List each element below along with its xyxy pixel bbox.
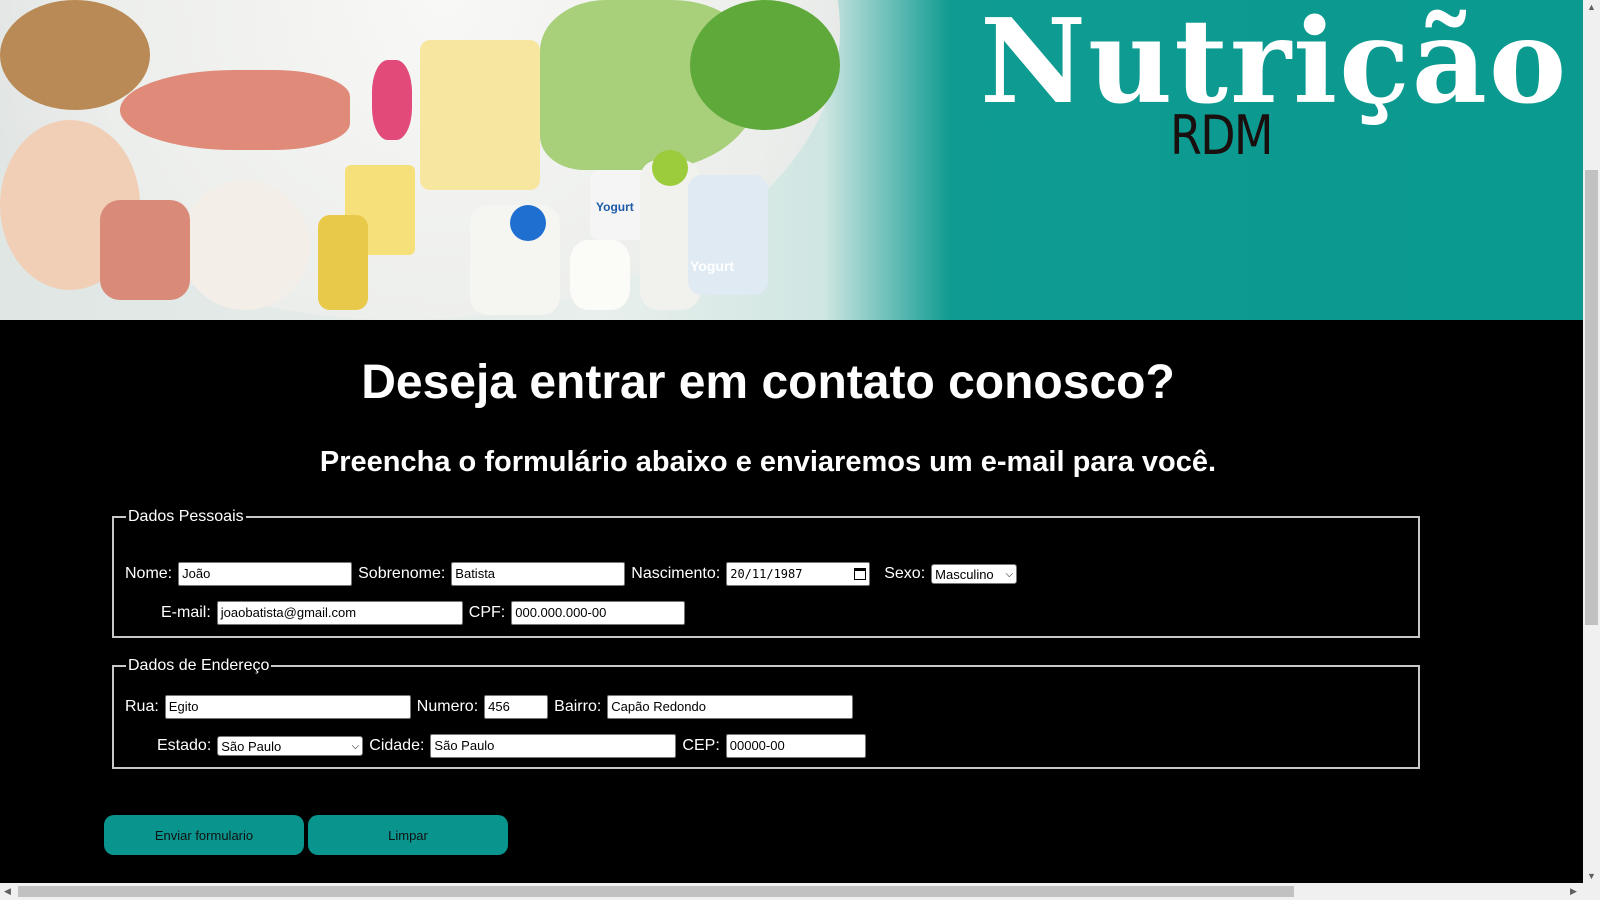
potatoes-image	[0, 0, 150, 110]
brand-subtitle: RDM	[1170, 104, 1273, 167]
candy-image	[372, 60, 412, 140]
cep-label: CEP:	[682, 737, 720, 754]
sobrenome-label: Sobrenome:	[358, 565, 446, 582]
estado-select-value: São Paulo	[221, 738, 282, 754]
sexo-label: Sexo:	[884, 565, 926, 582]
brand-title: Nutrição	[980, 0, 1569, 130]
yogurt-bottle-cap-image	[652, 150, 688, 186]
chevron-down-icon: ⌵	[1005, 568, 1014, 580]
yogurt-jar-image	[688, 175, 768, 295]
cidade-label: Cidade:	[369, 737, 425, 754]
sausages-image	[100, 200, 190, 300]
cidade-input[interactable]: São Paulo	[430, 734, 677, 758]
yogurt-label: Yogurt	[596, 200, 634, 214]
vertical-scrollbar[interactable]: ▲ ▼	[1583, 0, 1600, 883]
eggs-image	[180, 180, 310, 310]
lettuce-image	[690, 0, 840, 130]
rua-label: Rua:	[125, 698, 159, 715]
oil-bottle-image	[318, 215, 368, 310]
sobrenome-input[interactable]: Batista	[451, 562, 626, 586]
milk-glass-image	[570, 240, 630, 310]
arrow-up-icon[interactable]: ▲	[1587, 2, 1596, 12]
bairro-input[interactable]: Capão Redondo	[607, 695, 854, 719]
chevron-down-icon: ⌵	[351, 740, 360, 752]
nome-input[interactable]: João	[178, 562, 353, 586]
arrow-right-icon[interactable]: ▶	[1570, 886, 1577, 897]
estado-select[interactable]: São Paulo ⌵	[217, 736, 364, 756]
nascimento-value: 20/11/1987	[730, 567, 803, 581]
personal-data-legend: Dados Pessoais	[126, 506, 246, 528]
page-subtitle: Preencha o formulário abaixo e enviaremo…	[319, 446, 1217, 478]
vertical-scroll-thumb[interactable]	[1585, 170, 1598, 625]
page-title: Deseja entrar em contato conosco?	[361, 356, 1175, 409]
cheese-image	[420, 40, 540, 190]
email-input[interactable]: joaobatista@gmail.com	[216, 601, 463, 625]
nascimento-label: Nascimento:	[631, 565, 721, 582]
personal-data-fieldset: Dados Pessoais Nome: João Sobrenome: Bat…	[112, 506, 1420, 638]
submit-button[interactable]: Enviar formulario	[104, 815, 304, 855]
cep-input[interactable]: 00000-00	[725, 734, 866, 758]
nome-label: Nome:	[125, 565, 173, 582]
email-label: E-mail:	[161, 604, 211, 621]
arrow-left-icon[interactable]: ◀	[4, 886, 11, 897]
nascimento-date-input[interactable]: 20/11/1987	[726, 562, 871, 586]
numero-input[interactable]: 456	[484, 695, 549, 719]
bairro-label: Bairro:	[554, 698, 602, 715]
reset-button[interactable]: Limpar	[308, 815, 508, 855]
horizontal-scroll-thumb[interactable]	[18, 886, 1294, 897]
sexo-select-value: Masculino	[935, 566, 994, 582]
fish-image	[120, 70, 350, 150]
header-banner: Yogurt Yogurt Nutrição RDM	[0, 0, 1584, 320]
yogurt-jar-label: Yogurt	[690, 258, 735, 274]
rua-input[interactable]: Egito	[164, 695, 411, 719]
address-legend: Dados de Endereço	[126, 655, 272, 677]
cpf-label: CPF:	[468, 604, 506, 621]
calendar-icon[interactable]	[854, 568, 867, 580]
cpf-input[interactable]: 000.000.000-00	[511, 601, 686, 625]
address-fieldset: Dados de Endereço Rua: Egito Numero: 456…	[112, 655, 1420, 769]
arrow-down-icon[interactable]: ▼	[1587, 871, 1596, 881]
horizontal-scrollbar[interactable]: ◀ ▶	[0, 883, 1600, 900]
sexo-select[interactable]: Masculino ⌵	[931, 564, 1018, 584]
estado-label: Estado:	[157, 737, 212, 754]
milk-cap-image	[510, 205, 546, 241]
numero-label: Numero:	[416, 698, 479, 715]
